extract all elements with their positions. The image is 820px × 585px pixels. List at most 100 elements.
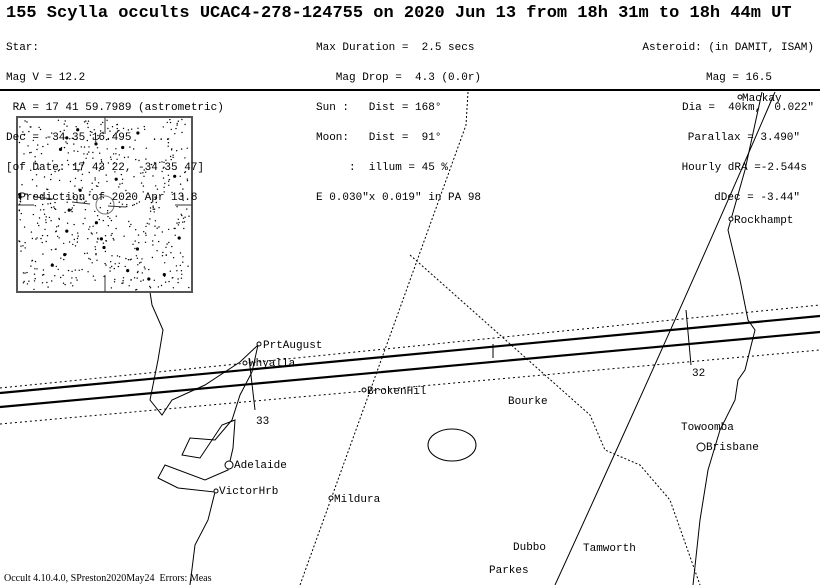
background-star — [104, 262, 106, 265]
background-star — [140, 280, 142, 282]
background-star — [145, 225, 147, 228]
background-star — [58, 237, 60, 239]
background-star — [144, 268, 146, 270]
background-star — [130, 279, 132, 281]
background-star — [118, 262, 120, 264]
city-mildura: Mildura — [334, 494, 381, 506]
background-star — [71, 234, 73, 236]
background-star — [41, 282, 44, 284]
background-star — [36, 237, 38, 239]
background-star — [104, 250, 107, 253]
background-star — [31, 260, 33, 262]
background-star — [140, 261, 142, 263]
background-star — [174, 234, 176, 236]
background-star — [141, 272, 143, 274]
city-marker — [213, 488, 219, 494]
background-star — [134, 247, 136, 250]
background-star — [110, 287, 113, 289]
background-star — [34, 268, 36, 270]
background-star — [168, 228, 170, 231]
city-victor-harbor: VictorHrb — [219, 486, 279, 498]
background-star — [73, 223, 75, 226]
background-star — [166, 243, 168, 245]
background-star — [156, 227, 158, 229]
background-star — [24, 247, 26, 249]
background-star — [180, 277, 183, 279]
background-star — [136, 257, 139, 259]
background-star — [42, 253, 44, 255]
background-star — [162, 273, 166, 277]
background-star — [96, 232, 98, 234]
background-star — [72, 243, 74, 246]
city-rockhampton: Rockhampt — [734, 215, 794, 227]
city-dubbo: Dubbo — [513, 542, 547, 554]
background-star — [110, 234, 112, 236]
background-star — [149, 285, 151, 288]
background-star — [171, 245, 173, 248]
background-star — [81, 268, 83, 271]
city-port-augusta: PrtAugust — [263, 340, 323, 352]
background-star — [121, 282, 123, 284]
background-star — [111, 255, 113, 257]
background-star — [126, 269, 130, 273]
background-star — [118, 256, 121, 258]
background-star — [78, 269, 80, 271]
background-star — [63, 242, 65, 245]
background-star — [173, 227, 175, 230]
background-star — [34, 278, 36, 280]
background-star — [45, 240, 47, 243]
background-star — [143, 266, 146, 268]
background-star — [77, 235, 79, 237]
background-star — [135, 289, 137, 291]
star-of-date: [of Date: 17 43 22, -34 35 47] — [6, 162, 205, 174]
background-star — [157, 286, 160, 288]
background-star — [56, 226, 58, 228]
background-star — [133, 277, 136, 279]
background-star — [46, 235, 49, 237]
background-star — [54, 248, 57, 250]
background-star — [35, 238, 37, 240]
background-star — [172, 287, 175, 289]
background-star — [76, 237, 79, 240]
background-star — [128, 285, 130, 287]
footer-credit: Occult 4.10.4.0, SPreston2020May24 Error… — [4, 573, 212, 584]
mag-drop: Mag Drop = 4.3 (0.0r) — [316, 72, 482, 84]
background-star — [36, 268, 38, 270]
background-star — [132, 243, 134, 245]
background-star — [67, 269, 70, 272]
background-star — [91, 262, 93, 264]
background-star — [30, 265, 32, 267]
background-star — [165, 254, 167, 256]
background-star — [117, 265, 120, 268]
background-star — [57, 268, 59, 271]
background-star — [122, 280, 124, 282]
background-star — [65, 229, 69, 233]
background-star — [34, 260, 37, 263]
star-dec: Dec = -34 35 16.495 ... — [6, 132, 172, 144]
background-star — [175, 265, 178, 267]
background-star — [84, 252, 86, 255]
background-star — [141, 258, 143, 260]
background-star — [170, 252, 172, 254]
background-star — [168, 241, 170, 244]
background-star — [112, 237, 114, 240]
moon-distance: Moon: Dist = 91° — [316, 132, 442, 144]
background-star — [96, 259, 98, 261]
background-star — [168, 280, 170, 283]
background-star — [31, 237, 34, 240]
background-star — [60, 276, 62, 279]
background-star — [105, 264, 107, 266]
background-star — [165, 246, 167, 248]
background-star — [97, 238, 99, 240]
background-star — [114, 278, 116, 281]
background-star — [142, 279, 144, 281]
event-title: 155 Scylla occults UCAC4-278-124755 on 2… — [6, 4, 792, 23]
background-star — [87, 271, 89, 273]
background-star — [57, 235, 59, 238]
prediction-date: Prediction of 2020 Apr 13.8 — [6, 192, 198, 204]
background-star — [151, 256, 154, 259]
background-star — [40, 237, 42, 240]
background-star — [136, 271, 139, 274]
background-star — [135, 255, 138, 257]
sun-distance: Sun : Dist = 168° — [316, 102, 442, 114]
